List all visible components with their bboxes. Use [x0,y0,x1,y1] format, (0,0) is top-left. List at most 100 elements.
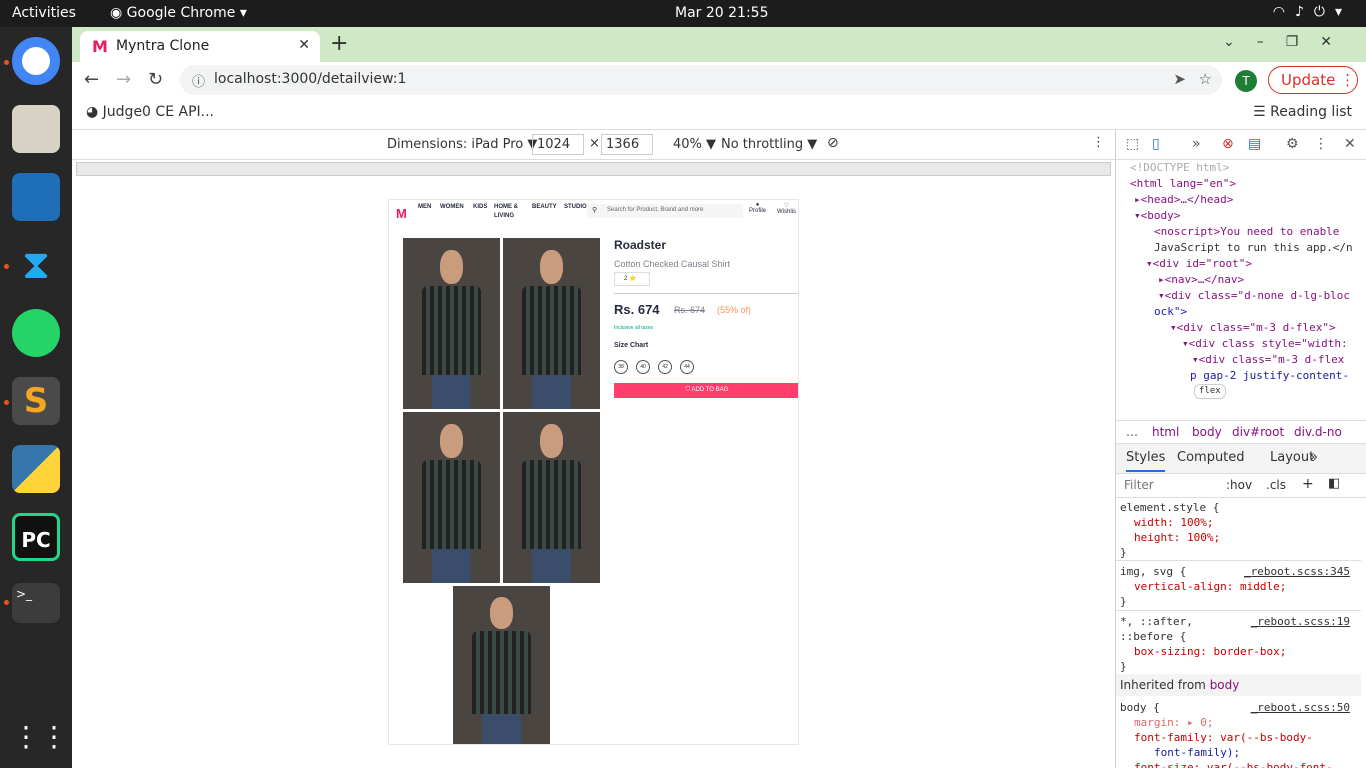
bookmark-star-icon[interactable]: ☆ [1199,70,1212,88]
kebab-icon[interactable]: ⋮ [1314,136,1328,152]
nav-women[interactable]: WOMEN [440,203,464,212]
breadcrumb-ellipsis[interactable]: … [1126,425,1138,439]
breadcrumb-item[interactable]: html [1152,425,1179,439]
dom-node[interactable]: ▾<div class="m-3 d-flex"> [1170,320,1336,336]
width-input[interactable]: 1024 [532,134,584,155]
window-controls[interactable]: ⌄–❐✕ [1223,34,1354,50]
height-input[interactable]: 1366 [601,134,653,155]
dom-node[interactable]: <!DOCTYPE html> [1130,160,1229,176]
device-select[interactable]: Dimensions: iPad Pro ▼ [387,137,537,152]
vscode-icon[interactable]: ⧗ [12,241,60,289]
close-devtools-icon[interactable]: ✕ [1344,136,1356,152]
size-option[interactable]: 38 [614,360,628,374]
more-options-icon[interactable]: ⋮ [1092,135,1105,150]
css-property[interactable]: margin: ▸ 0; [1120,715,1350,730]
dom-node[interactable]: ▸<nav>…</nav> [1158,272,1244,288]
css-property[interactable]: font-size: var(--bs-body-font- [1120,760,1350,768]
app-menu[interactable]: ◉ Google Chrome ▾ [110,5,247,21]
product-image[interactable] [403,238,500,409]
css-rule[interactable]: body { _reboot.scss:50 margin: ▸ 0; font… [1120,700,1350,768]
chrome-icon[interactable] [12,37,60,85]
close-tab-icon[interactable]: ✕ [298,37,310,53]
product-image[interactable] [503,238,600,409]
size-option[interactable]: 42 [658,360,672,374]
sublime-icon[interactable]: S [12,377,60,425]
dom-node[interactable]: ▾<div class="m-3 d-flex [1192,352,1344,368]
add-rule-icon[interactable]: + [1302,476,1314,492]
css-rule[interactable]: element.style { width: 100%; height: 100… [1120,500,1350,560]
pycharm-icon[interactable]: PC [12,513,60,561]
back-icon[interactable]: ← [84,69,99,90]
dom-node[interactable]: ock"> [1154,304,1187,320]
cls-toggle[interactable]: .cls [1266,478,1286,492]
css-source-link[interactable]: _reboot.scss:345 [1244,564,1350,579]
product-image[interactable] [403,412,500,583]
dom-node[interactable]: ▾<div class="d-none d-lg-bloc [1158,288,1350,304]
size-option[interactable]: 44 [680,360,694,374]
css-rule[interactable]: *, ::after, _reboot.scss:19 ::before { b… [1120,614,1350,674]
css-source-link[interactable]: _reboot.scss:19 [1251,614,1350,629]
more-style-tabs-icon[interactable]: » [1310,450,1318,465]
hov-toggle[interactable]: :hov [1226,478,1252,492]
styles-pane[interactable]: element.style { width: 100%; height: 100… [1116,498,1366,768]
search-input[interactable]: ⚲ Search for Product, Brand and more [587,204,743,218]
css-property[interactable]: width: 100%; [1120,515,1350,530]
tab-styles[interactable]: Styles [1126,450,1166,472]
reading-list-button[interactable]: ☰ Reading list [1253,104,1352,120]
site-info-icon[interactable]: ⓘ [192,71,205,90]
zoom-select[interactable]: 40% ▼ [673,137,716,152]
update-button[interactable]: Update ⋮ [1268,66,1358,94]
more-tabs-icon[interactable]: » [1192,136,1201,152]
inherited-element[interactable]: body [1210,678,1240,692]
reload-icon[interactable]: ↻ [148,69,163,90]
minimize-icon[interactable]: – [1257,34,1286,50]
flex-badge[interactable]: flex [1194,384,1226,399]
throttling-select[interactable]: No throttling ▼ [721,137,817,152]
breadcrumb-item[interactable]: div#root [1232,425,1284,439]
css-property[interactable]: font-family: var(--bs-body- [1120,730,1350,745]
dom-node[interactable]: ▾<div id="root"> [1146,256,1252,272]
tab-myntra[interactable]: M Myntra Clone ✕ [80,31,320,62]
product-image[interactable] [503,412,600,583]
gear-icon[interactable]: ⚙ [1286,136,1299,152]
forward-icon[interactable]: → [116,69,131,90]
dom-node[interactable]: <noscript>You need to enable [1154,224,1339,240]
dom-node[interactable]: ▾<div class style="width: [1182,336,1348,352]
filter-input[interactable]: Filter [1124,478,1154,492]
elements-tree[interactable]: <!DOCTYPE html> <html lang="en"> ▸<head>… [1116,160,1366,405]
show-apps-icon[interactable]: ⋮⋮⋮ [12,713,96,761]
nav-home-living[interactable]: HOME & LIVING [494,203,518,221]
writer-icon[interactable] [12,173,60,221]
breadcrumb-item[interactable]: div.d-no [1294,425,1342,439]
media-query-ruler[interactable] [76,162,1111,176]
nav-studio[interactable]: STUDIO [564,203,587,212]
dom-node[interactable]: JavaScript to run this app.</n [1154,240,1353,256]
tab-layout[interactable]: Layout [1270,450,1314,465]
add-to-bag-button[interactable]: ⛉ ADD TO BAG [614,383,798,398]
dom-node[interactable]: ▸<head>…</head> [1134,192,1233,208]
dom-node[interactable]: ▾<body> [1134,208,1180,224]
nav-beauty[interactable]: BEAUTY [532,203,557,212]
size-option[interactable]: 40 [636,360,650,374]
error-icon[interactable]: ⊗ [1222,136,1234,152]
css-property[interactable]: height: 100%; [1120,530,1350,545]
url-text[interactable]: localhost:3000/detailview:1 [214,71,406,87]
sidebar-toggle-icon[interactable]: ◧ [1328,476,1340,491]
dom-node[interactable]: <html lang="en"> [1130,176,1236,192]
profile-button[interactable]: ● Profile [749,202,766,214]
system-tray[interactable]: ◠♪⏻▾ [1273,4,1352,20]
css-rule[interactable]: img, svg { _reboot.scss:345 vertical-ali… [1120,564,1350,609]
css-source-link[interactable]: _reboot.scss:50 [1251,700,1350,715]
clock[interactable]: Mar 20 21:55 [675,5,768,21]
terminal-icon[interactable]: >_ [12,583,60,623]
bookmark-item[interactable]: ◕ Judge0 CE API... [86,104,214,120]
tab-computed[interactable]: Computed [1177,450,1245,465]
nav-men[interactable]: MEN [418,203,431,212]
css-property[interactable]: box-sizing: border-box; [1120,644,1350,659]
profile-avatar[interactable]: T [1235,70,1257,92]
wishlist-button[interactable]: ♡ Wishlis [777,202,796,215]
css-property[interactable]: vertical-align: middle; [1120,579,1350,594]
inspect-icon[interactable]: ⬚ [1126,136,1139,152]
myntra-logo-icon[interactable]: M [396,206,407,221]
tab-search-icon[interactable]: ⌄ [1223,34,1257,50]
